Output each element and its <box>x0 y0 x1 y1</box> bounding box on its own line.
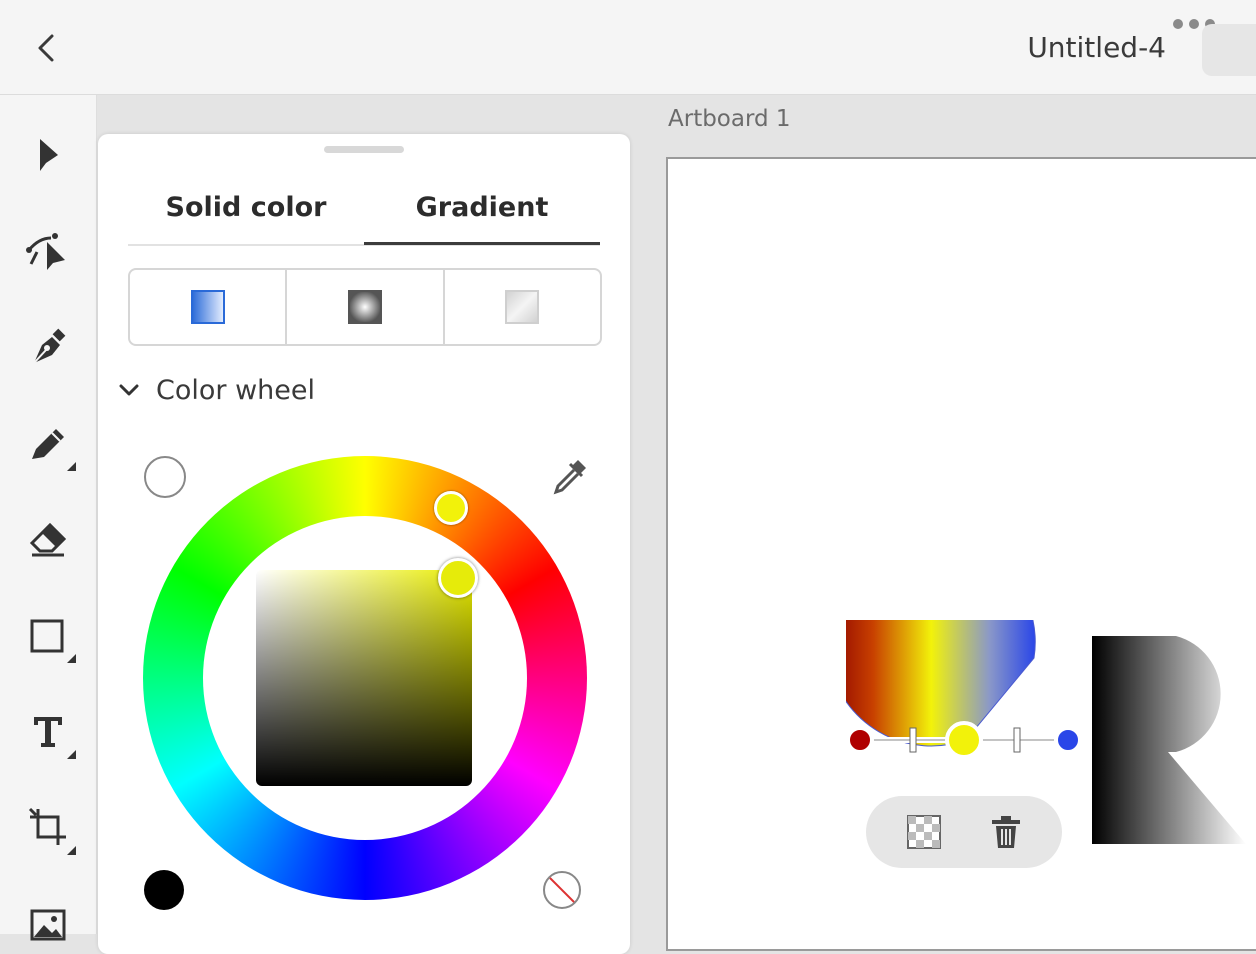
chevron-down-icon <box>119 384 139 396</box>
gradient-type-selector <box>128 268 602 346</box>
select-arrow-icon <box>40 139 58 171</box>
section-label: Color wheel <box>156 374 315 406</box>
image-icon <box>30 909 66 941</box>
pen-nib-icon <box>33 328 66 364</box>
back-button[interactable] <box>30 30 66 66</box>
no-fill-swatch[interactable] <box>542 870 582 910</box>
select-tool[interactable] <box>18 125 78 185</box>
pen-tool[interactable] <box>18 317 78 377</box>
active-tab-indicator <box>364 242 600 245</box>
color-handle[interactable] <box>438 558 478 598</box>
opacity-button[interactable] <box>904 812 944 852</box>
linear-gradient-icon <box>190 290 225 324</box>
top-bar: Untitled-4 <box>0 0 1256 95</box>
eyedropper-button[interactable] <box>548 456 590 498</box>
rectangle-icon <box>30 619 64 653</box>
delete-stop-button[interactable] <box>986 812 1026 852</box>
rectangle-tool[interactable] <box>18 605 78 665</box>
chevron-left-icon <box>38 34 54 62</box>
gradient-stop-popover <box>866 796 1062 868</box>
gradient-stop-blue[interactable] <box>1054 726 1082 754</box>
tab-solid-color[interactable]: Solid color <box>128 192 364 223</box>
trash-icon <box>992 816 1020 848</box>
document-title: Untitled-4 <box>1027 31 1166 64</box>
image-tool[interactable] <box>18 893 78 953</box>
no-color-icon <box>543 871 581 909</box>
white-swatch[interactable] <box>144 456 186 498</box>
saturation-brightness-picker[interactable] <box>256 570 472 786</box>
text-tool[interactable] <box>18 701 78 761</box>
submenu-indicator <box>67 462 76 471</box>
freeform-gradient-icon <box>505 290 540 324</box>
panel-drag-handle[interactable] <box>324 146 404 153</box>
gradient-stop-yellow[interactable] <box>945 721 983 759</box>
direct-select-tool[interactable] <box>18 221 78 281</box>
black-swatch[interactable] <box>144 870 184 910</box>
linear-gradient-button[interactable] <box>130 270 288 344</box>
submenu-indicator <box>67 750 76 759</box>
checkerboard-icon <box>907 815 941 849</box>
eraser-icon <box>29 522 67 557</box>
transform-tool[interactable] <box>18 797 78 857</box>
pencil-tool[interactable] <box>18 413 78 473</box>
letter-r-shape[interactable] <box>1092 636 1246 844</box>
text-type-icon <box>34 717 62 747</box>
direct-select-icon <box>26 233 65 270</box>
tab-gradient[interactable]: Gradient <box>364 192 600 223</box>
tool-bar <box>0 95 97 941</box>
color-panel: Solid color Gradient Color wheel <box>98 134 630 954</box>
submenu-indicator <box>67 654 76 663</box>
gradient-midpoint[interactable] <box>909 727 917 753</box>
hue-handle[interactable] <box>434 491 468 525</box>
pencil-icon <box>32 429 64 459</box>
freeform-gradient-button[interactable] <box>445 270 600 344</box>
radial-gradient-icon <box>347 290 382 324</box>
eraser-tool[interactable] <box>18 509 78 569</box>
gradient-shape[interactable] <box>846 620 1036 747</box>
eyedropper-icon <box>553 460 586 495</box>
submenu-indicator <box>67 846 76 855</box>
gradient-stop-red[interactable] <box>846 726 874 754</box>
top-right-button[interactable] <box>1202 24 1256 76</box>
artboard-label: Artboard 1 <box>668 106 791 132</box>
transform-box-icon <box>28 807 66 845</box>
radial-gradient-button[interactable] <box>287 270 445 344</box>
color-wheel-section-toggle[interactable]: Color wheel <box>118 370 315 410</box>
gradient-midpoint[interactable] <box>1013 727 1021 753</box>
